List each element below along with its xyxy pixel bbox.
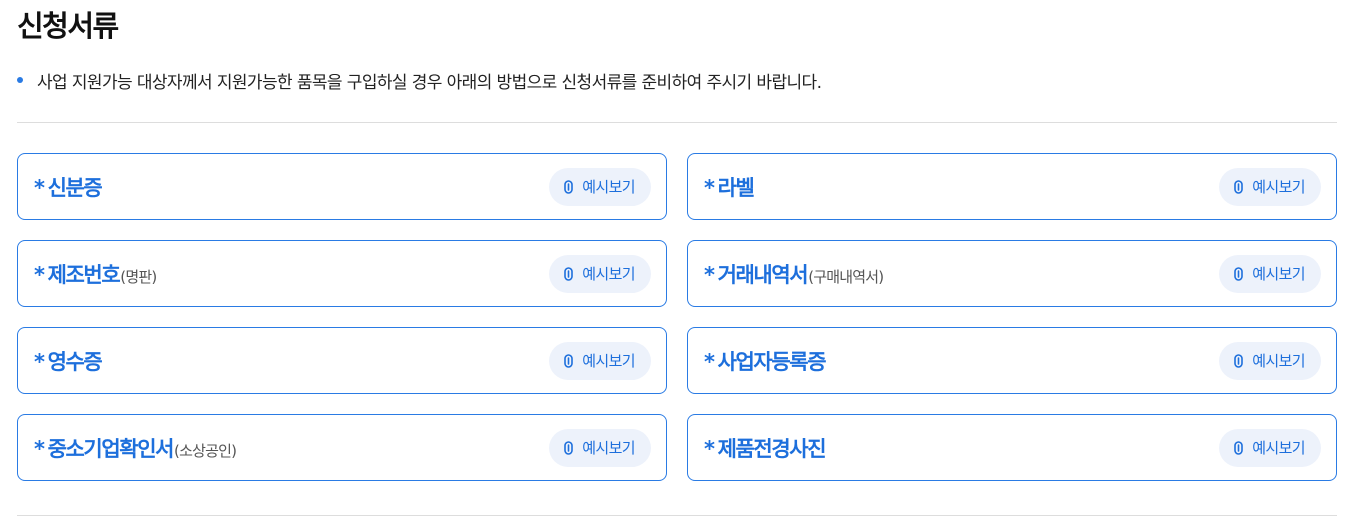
preview-button[interactable]: 예시보기 <box>1219 428 1321 467</box>
document-title: 신분증 <box>47 175 103 200</box>
preview-button[interactable]: 예시보기 <box>549 341 651 380</box>
required-asterisk: * <box>704 262 715 287</box>
preview-button-label: 예시보기 <box>582 439 635 457</box>
document-title: 영수증 <box>47 349 103 374</box>
document-subtitle: (소상공인) <box>174 441 237 460</box>
document-grid: * 신분증 예시보기 * 라벨 예시보기 * 제조번호 (명판) 예시보기 * … <box>17 153 1337 481</box>
document-label: * 사업자등록증 <box>704 346 827 376</box>
preview-button[interactable]: 예시보기 <box>1219 167 1321 206</box>
document-card-label: * 라벨 예시보기 <box>687 153 1337 220</box>
paperclip-icon <box>564 353 573 368</box>
notice-line: 사업 지원가능 대상자께서 지원가능한 품목을 구입하실 경우 아래의 방법으로… <box>17 66 822 94</box>
document-label: * 제조번호 (명판) <box>34 259 157 289</box>
required-asterisk: * <box>704 175 715 200</box>
document-card-receipt: * 영수증 예시보기 <box>17 327 667 394</box>
paperclip-icon <box>1234 440 1243 455</box>
preview-button-label: 예시보기 <box>1252 352 1305 370</box>
divider-top <box>17 122 1337 123</box>
page-title: 신청서류 <box>17 9 119 43</box>
preview-button-label: 예시보기 <box>1252 439 1305 457</box>
paperclip-icon <box>1234 179 1243 194</box>
preview-button-label: 예시보기 <box>582 265 635 283</box>
document-title: 거래내역서 <box>717 262 809 287</box>
document-label: * 중소기업확인서 (소상공인) <box>34 433 237 463</box>
required-asterisk: * <box>34 175 45 200</box>
paperclip-icon <box>564 266 573 281</box>
preview-button-label: 예시보기 <box>582 178 635 196</box>
required-asterisk: * <box>704 349 715 374</box>
document-label: * 거래내역서 (구매내역서) <box>704 259 884 289</box>
document-title: 중소기업확인서 <box>47 436 175 461</box>
preview-button-label: 예시보기 <box>1252 265 1305 283</box>
document-card-business-registration: * 사업자등록증 예시보기 <box>687 327 1337 394</box>
preview-button[interactable]: 예시보기 <box>549 167 651 206</box>
divider-bottom <box>17 515 1337 516</box>
document-subtitle: (명판) <box>120 267 157 286</box>
notice-text: 사업 지원가능 대상자께서 지원가능한 품목을 구입하실 경우 아래의 방법으로… <box>37 72 822 93</box>
required-asterisk: * <box>34 436 45 461</box>
preview-button[interactable]: 예시보기 <box>549 254 651 293</box>
preview-button[interactable]: 예시보기 <box>1219 254 1321 293</box>
preview-button-label: 예시보기 <box>582 352 635 370</box>
bullet-dot <box>17 77 23 83</box>
document-label: * 신분증 <box>34 172 103 202</box>
preview-button-label: 예시보기 <box>1252 178 1305 196</box>
document-label: * 영수증 <box>34 346 103 376</box>
required-asterisk: * <box>704 436 715 461</box>
paperclip-icon <box>564 440 573 455</box>
document-title: 라벨 <box>717 175 755 200</box>
preview-button[interactable]: 예시보기 <box>549 428 651 467</box>
document-label: * 라벨 <box>704 172 755 202</box>
document-label: * 제품전경사진 <box>704 433 827 463</box>
paperclip-icon <box>564 179 573 194</box>
preview-button[interactable]: 예시보기 <box>1219 341 1321 380</box>
paperclip-icon <box>1234 353 1243 368</box>
document-card-sme-certificate: * 중소기업확인서 (소상공인) 예시보기 <box>17 414 667 481</box>
document-subtitle: (구매내역서) <box>808 267 884 286</box>
document-title: 제조번호 <box>47 262 121 287</box>
document-card-transaction-statement: * 거래내역서 (구매내역서) 예시보기 <box>687 240 1337 307</box>
document-card-serial-number: * 제조번호 (명판) 예시보기 <box>17 240 667 307</box>
document-card-id-card: * 신분증 예시보기 <box>17 153 667 220</box>
required-asterisk: * <box>34 262 45 287</box>
required-asterisk: * <box>34 349 45 374</box>
paperclip-icon <box>1234 266 1243 281</box>
document-card-product-photo: * 제품전경사진 예시보기 <box>687 414 1337 481</box>
document-title: 사업자등록증 <box>717 349 827 374</box>
document-title: 제품전경사진 <box>717 436 827 461</box>
